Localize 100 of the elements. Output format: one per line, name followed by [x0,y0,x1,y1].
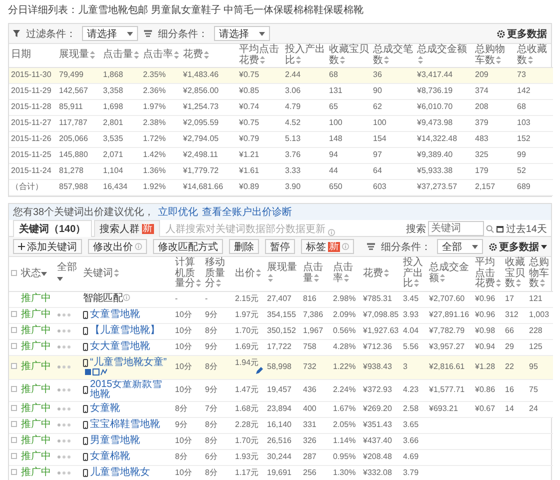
toolbar-button[interactable]: 修改匹配方式 [153,239,223,254]
table-cell: 732 [303,362,316,371]
table-cell: 7分 [205,404,218,413]
table-cell: 0.56% [333,326,356,335]
column-header[interactable]: 展现量 [267,263,299,284]
new-badge: 新 [142,224,154,234]
column-header[interactable]: 花费 [363,268,399,279]
column-header[interactable]: 总购物车数 [529,258,551,290]
segment-select[interactable]: 请选择 [214,26,270,41]
column-header[interactable]: 总购物车数 [475,45,513,66]
status-label: 推广中 [21,402,51,414]
table-cell: 148 [329,134,342,144]
column-header[interactable]: 计算机质量分 [175,258,201,290]
column-header[interactable]: 花费 [183,50,235,61]
table-cell: 36 [373,70,382,80]
table-cell: 1.97% [143,102,166,112]
tab[interactable]: 关键词（140） [13,220,92,237]
table-cell: ¥2,095.59 [183,118,219,128]
sort-icon [260,56,265,64]
table-cell: ¥0.98 [475,326,496,335]
keyword-link[interactable]: 儿童雪地靴女 [90,468,150,478]
column-header[interactable]: 出价 [235,268,263,279]
checkbox[interactable] [11,386,17,392]
checkbox[interactable] [11,270,17,276]
more-data-button[interactable]: 更多数据 [489,240,547,254]
phone-icon [83,437,88,445]
toolbar-button[interactable]: 删除 [229,239,259,254]
toolbar-button[interactable]: 暂停 [265,239,295,254]
checkbox[interactable] [11,326,17,333]
table-cell: （合计） [11,182,43,192]
notice-link[interactable]: 立即优化 [158,205,198,219]
column-header[interactable]: 点击率 [333,263,359,284]
phone-icon [83,405,88,413]
status-label: 推广中 [21,450,51,462]
keyword-link[interactable]: 【儿童雪地靴】 [90,326,160,336]
date-range[interactable]: 过去14天 [496,222,547,236]
column-header[interactable]: 点击量 [103,50,139,61]
column-header[interactable]: 点击量 [303,263,329,284]
column-header[interactable]: 收藏宝贝数 [505,258,525,290]
toolbar-button[interactable]: 修改出价 [88,239,147,254]
checkbox[interactable] [11,452,17,459]
segment-select[interactable]: 全部 [437,239,483,254]
column-header[interactable]: 总成交金额 [417,45,471,66]
keyword-link[interactable]: 女童棉靴 [90,452,130,462]
column-header[interactable]: 关键词 [83,268,171,279]
table-cell: ¥1,577.71 [429,384,465,394]
table-cell: 2.28元 [235,420,259,429]
column-header[interactable]: 平均点击花费 [239,45,281,66]
table-cell: ¥938.43 [363,362,392,371]
keyword-tools-icon[interactable] [85,368,107,376]
table-cell: 7,386 [303,310,324,319]
sort-icon [216,279,221,288]
column-header[interactable]: 全部 [57,263,79,284]
pencil-icon[interactable] [255,367,263,376]
keyword-link[interactable]: 男童雪地靴 [90,436,140,446]
more-data-button[interactable]: 更多数据 [497,26,547,40]
table-cell: 2015-11-25 [11,150,52,160]
section-title: 分日详细列表：儿童雪地靴包邮 男童鼠女童鞋子 中筒毛一体保暖棉棉鞋保暖棉靴 [8,4,365,17]
checkbox[interactable] [11,468,17,475]
status-label: 推广中 [21,340,51,352]
sort-icon [384,56,389,64]
keyword-link[interactable]: 女大童雪地靴 [90,342,150,352]
table-cell: 8分 [205,326,218,335]
toolbar-button[interactable]: 添加关键词 [13,239,82,254]
table-cell: 99 [517,150,526,160]
sort-icon [268,274,273,282]
notice-link[interactable]: 查看全账户出价诊断 [202,205,292,219]
checkbox[interactable] [11,404,17,411]
segment-icon [144,30,152,37]
column-header[interactable]: 点击率 [143,50,179,61]
notice-text: 您有38个关键词出价建议优化， [13,206,154,219]
column-header[interactable]: 投入产出比 [403,258,425,290]
checkbox[interactable] [11,310,17,317]
column-header[interactable]: 平均点击花费 [475,258,501,290]
checkbox[interactable] [11,362,17,369]
column-header[interactable]: 收藏宝贝数 [329,45,369,66]
table-cell: ¥6,010.70 [417,102,453,112]
checkbox[interactable] [11,342,17,349]
column-header[interactable]: 状态 [21,268,53,279]
column-header[interactable]: 总成交金额 [429,263,471,284]
column-header[interactable]: 总成交笔数 [373,45,413,66]
checkbox[interactable] [11,436,17,443]
search-field[interactable]: 关键词 [428,221,484,236]
filter-select[interactable]: 请选择 [82,26,138,41]
keyword-link[interactable]: “儿童雪地靴女童” [90,358,167,368]
table-cell: 2,157 [475,182,496,192]
table-cell: ¥0.67 [475,404,496,413]
table-cell: ¥3,417.44 [417,70,453,80]
keyword-link[interactable]: 女童靴 [90,404,120,414]
keyword-link[interactable]: 宝宝棉鞋雪地靴 [90,420,160,430]
column-header[interactable]: 总收藏数 [517,45,551,66]
keyword-link[interactable]: 女童雪地靴 [90,310,140,320]
table-cell: 29 [505,342,514,351]
column-header[interactable]: 展现量 [59,50,99,61]
table-cell: 10分 [175,362,192,371]
column-header[interactable]: 投入产出比 [285,45,325,66]
tab[interactable]: 搜索人群 新 [94,220,160,237]
column-header[interactable]: 移动质量分 [205,258,231,290]
checkbox[interactable] [11,420,17,427]
keyword-link[interactable]: 2015女童新款雪地靴 [90,380,170,400]
